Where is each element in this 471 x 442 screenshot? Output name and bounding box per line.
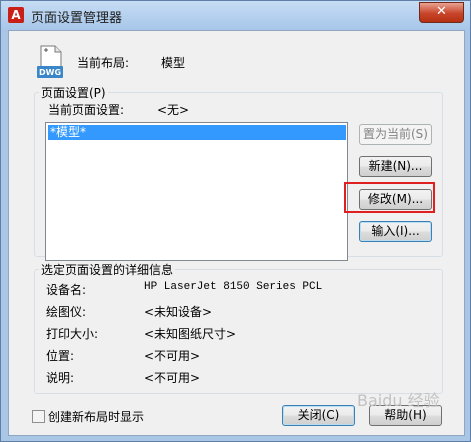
- dialog-window: A 页面设置管理器 ✕ DWG 当前布局: 模型 页面设置(P) 当前页面设置:…: [0, 0, 471, 442]
- detail-device-label: 设备名:: [46, 283, 87, 297]
- import-button[interactable]: 输入(I)...: [359, 221, 432, 242]
- new-button[interactable]: 新建(N)...: [359, 156, 432, 177]
- watermark-text: Baidu 经验: [357, 391, 440, 410]
- title-bar[interactable]: A 页面设置管理器 ✕: [1, 1, 470, 29]
- detail-device-value: HP LaserJet 8150 Series PCL: [144, 281, 323, 293]
- detail-position-value: <不可用>: [144, 349, 201, 363]
- current-layout-value: 模型: [161, 56, 186, 70]
- details-group-title: 选定页面设置的详细信息: [39, 261, 176, 278]
- detail-plotter-value: <未知设备>: [144, 305, 213, 319]
- list-item[interactable]: *模型*: [48, 125, 346, 140]
- autocad-icon: A: [8, 7, 24, 23]
- detail-plotter-label: 绘图仪:: [46, 305, 87, 319]
- show-on-new-layout-checkbox[interactable]: [32, 410, 45, 423]
- detail-description-label: 说明:: [46, 371, 75, 385]
- detail-size-value: <未知图纸尺寸>: [144, 327, 237, 341]
- dwg-file-icon: DWG: [37, 45, 63, 78]
- current-layout-label: 当前布局:: [77, 56, 130, 70]
- page-setup-list[interactable]: *模型*: [45, 122, 348, 261]
- close-button[interactable]: 关闭(C): [282, 405, 355, 426]
- window-title: 页面设置管理器: [31, 11, 123, 26]
- window-close-button[interactable]: ✕: [419, 2, 464, 23]
- detail-size-label: 打印大小:: [46, 327, 99, 341]
- show-on-new-layout-label[interactable]: 创建新布局时显示: [48, 408, 144, 425]
- current-page-setup-value: <无>: [157, 103, 190, 117]
- detail-description-value: <不可用>: [144, 371, 201, 385]
- detail-position-label: 位置:: [46, 349, 75, 363]
- modify-button-highlight: [344, 182, 435, 213]
- page-setup-group-title: 页面设置(P): [39, 84, 108, 101]
- dialog-body: DWG 当前布局: 模型 页面设置(P) 当前页面设置: <无> *模型* 置为…: [8, 30, 465, 436]
- set-current-button[interactable]: 置为当前(S): [359, 124, 432, 145]
- svg-text:DWG: DWG: [39, 68, 61, 77]
- current-page-setup-label: 当前页面设置:: [48, 103, 125, 117]
